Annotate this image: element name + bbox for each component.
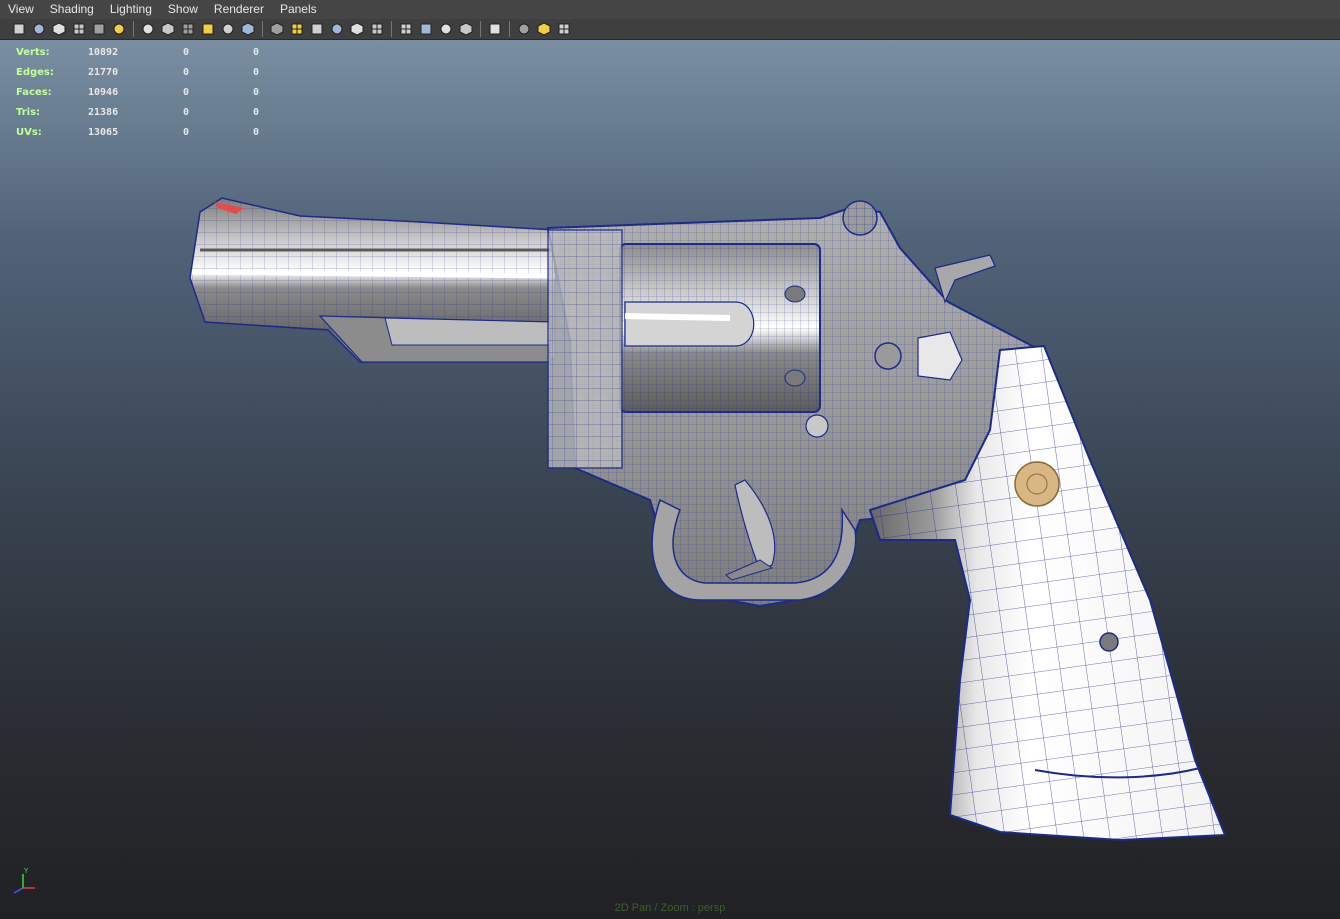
y-axis-label: Y: [23, 867, 29, 875]
hud-selected: 0: [183, 126, 190, 138]
hud-highlight: 0: [253, 126, 260, 138]
image-plane-icon[interactable]: [70, 20, 88, 38]
grid-icon[interactable]: [139, 20, 157, 38]
wireframe-icon[interactable]: [268, 20, 286, 38]
menu-view[interactable]: View: [0, 0, 42, 19]
isolate-select-icon[interactable]: [486, 20, 504, 38]
toolbar-separator: [133, 21, 134, 37]
depth-of-field-icon[interactable]: [457, 20, 475, 38]
hud-row-uvs: UVs: 13065 0 0: [16, 122, 323, 142]
smooth-shade-icon[interactable]: [288, 20, 306, 38]
field-chart-icon[interactable]: [219, 20, 237, 38]
hud-selected: 0: [183, 66, 190, 78]
hud-total: 10946: [88, 86, 119, 98]
hud-label: Faces:: [16, 86, 52, 98]
menu-panels[interactable]: Panels: [272, 0, 325, 19]
hud-row-verts: Verts: 10892 0 0: [16, 42, 323, 62]
hud-selected: 0: [183, 86, 190, 98]
barrel: [189, 197, 556, 363]
toolbar-separator: [262, 21, 263, 37]
safe-title-icon[interactable]: [239, 20, 257, 38]
use-all-lights-icon[interactable]: [348, 20, 366, 38]
resolution-gate-icon[interactable]: [179, 20, 197, 38]
hud-total: 10892: [88, 46, 119, 58]
hud-row-faces: Faces: 10946 0 0: [16, 82, 323, 102]
menu-renderer[interactable]: Renderer: [206, 0, 272, 19]
menu-show[interactable]: Show: [160, 0, 206, 19]
shadows-icon[interactable]: [368, 20, 386, 38]
hud-selected: 0: [183, 46, 190, 58]
xray-icon[interactable]: [515, 20, 533, 38]
hud-highlight: 0: [253, 106, 260, 118]
menu-lighting[interactable]: Lighting: [102, 0, 160, 19]
camera-attributes-icon[interactable]: [30, 20, 48, 38]
toolbar-separator: [391, 21, 392, 37]
motion-blur-icon[interactable]: [417, 20, 435, 38]
bookmarks-icon[interactable]: [50, 20, 68, 38]
hud-highlight: 0: [253, 86, 260, 98]
grip-medallion: [1014, 461, 1060, 507]
multisample-icon[interactable]: [437, 20, 455, 38]
textured-icon[interactable]: [328, 20, 346, 38]
hud-selected: 0: [183, 106, 190, 118]
2d-pan-zoom-icon[interactable]: [90, 20, 108, 38]
hud-row-edges: Edges: 21770 0 0: [16, 62, 323, 82]
camera-mode-label: 2D Pan / Zoom : persp: [614, 902, 726, 914]
axis-gizmo: Y: [13, 867, 35, 894]
hud-total: 21386: [88, 106, 119, 118]
hud-row-tris: Tris: 21386 0 0: [16, 102, 323, 122]
poly-count-hud: Verts: 10892 0 0 Edges: 21770 0 0 Faces: 10946 0 0 T…: [16, 42, 323, 142]
hud-total: 21770: [88, 66, 119, 78]
hud-label: Tris:: [16, 106, 41, 118]
toolbar-separator: [509, 21, 510, 37]
xray-active-components-icon[interactable]: [535, 20, 553, 38]
hud-label: UVs:: [16, 126, 42, 138]
select-camera-icon[interactable]: [10, 20, 28, 38]
viewport-menu-bar: View Shading Lighting Show Renderer Panels: [0, 0, 1340, 19]
viewport-toolbar: [0, 19, 1340, 40]
hud-label: Verts:: [16, 46, 50, 58]
hud-total: 13065: [88, 126, 119, 138]
3d-viewport[interactable]: Verts: 10892 0 0 Edges: 21770 0 0 Faces: 10946 0 0 T…: [0, 40, 1340, 919]
menu-shading[interactable]: Shading: [42, 0, 102, 19]
revolver-mesh[interactable]: [0, 40, 1340, 919]
z-axis-line: [13, 887, 24, 894]
gate-mask-icon[interactable]: [199, 20, 217, 38]
screen-space-ambient-occlusion-icon[interactable]: [397, 20, 415, 38]
film-gate-icon[interactable]: [159, 20, 177, 38]
hud-label: Edges:: [16, 66, 54, 78]
wireframe-on-shaded-icon[interactable]: [308, 20, 326, 38]
hud-highlight: 0: [253, 66, 260, 78]
toolbar-separator: [480, 21, 481, 37]
xray-joints-icon[interactable]: [555, 20, 573, 38]
grease-pencil-icon[interactable]: [110, 20, 128, 38]
hud-highlight: 0: [253, 46, 260, 58]
